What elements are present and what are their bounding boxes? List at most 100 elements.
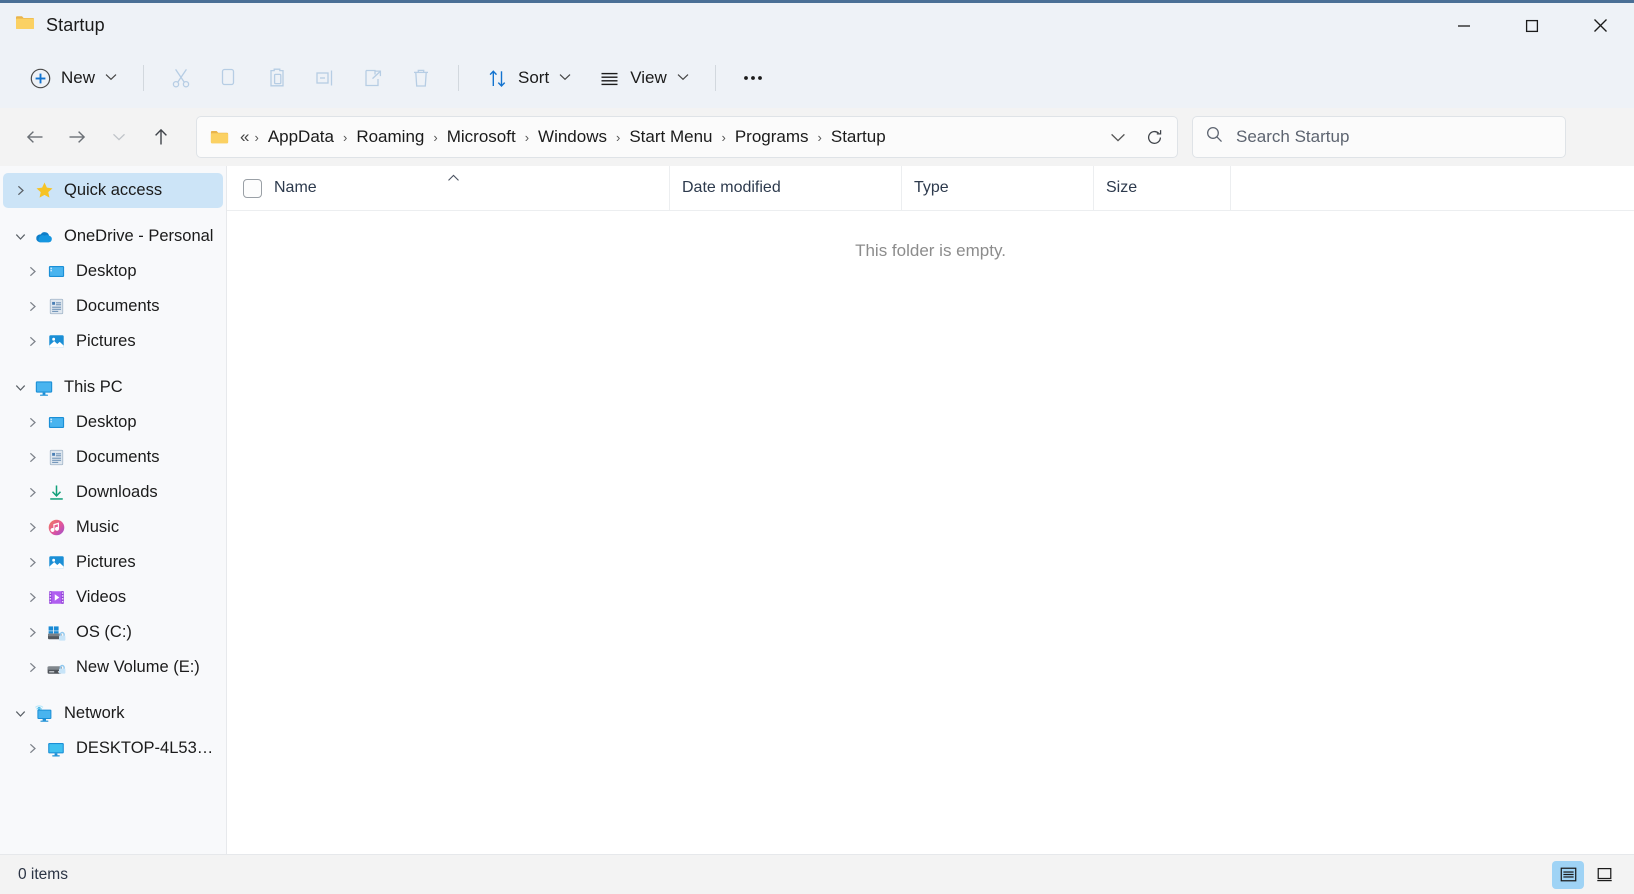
sidebar-item-music[interactable]: Music [3,510,223,545]
paste-button[interactable] [254,57,300,99]
rename-button[interactable] [302,57,348,99]
breadcrumb-folder-icon [209,127,230,148]
sidebar-item-onedrive-documents[interactable]: Documents [3,289,223,324]
chevron-right-icon[interactable] [19,417,45,428]
column-header-type[interactable]: Type [901,166,1093,211]
copy-button[interactable] [206,57,252,99]
chevron-right-icon[interactable] [7,185,33,196]
view-toggle-group [1552,861,1620,889]
column-header-name[interactable]: Name [227,166,669,211]
sidebar-item-this-pc-documents[interactable]: Documents [3,440,223,475]
delete-button[interactable] [398,57,444,99]
chevron-down-icon[interactable] [7,382,33,393]
sidebar-gap [0,685,226,696]
sidebar-item-label: Music [76,518,119,537]
breadcrumb-separator[interactable]: › [430,130,440,145]
empty-folder-message: This folder is empty. [227,211,1634,854]
sidebar-item-onedrive[interactable]: OneDrive - Personal [3,219,223,254]
file-explorer-window: Startup New [0,0,1634,894]
computer-icon [45,739,67,759]
chevron-right-icon[interactable] [19,336,45,347]
cut-button[interactable] [158,57,204,99]
breadcrumb-item-appdata[interactable]: AppData [262,123,340,151]
file-list-pane: Name Date modified Type Size This folder… [227,166,1634,854]
chevron-right-icon[interactable] [19,452,45,463]
window-controls [1430,3,1634,48]
chevron-down-icon[interactable] [7,231,33,242]
close-button[interactable] [1566,3,1634,48]
sidebar-item-downloads[interactable]: Downloads [3,475,223,510]
breadcrumb-separator[interactable]: › [719,130,729,145]
scissors-icon [169,66,193,90]
breadcrumb-separator[interactable]: › [251,130,261,145]
back-button[interactable] [14,116,56,158]
chevron-down-icon [559,72,571,84]
chevron-right-icon[interactable] [19,266,45,277]
column-header-date-modified[interactable]: Date modified [669,166,901,211]
refresh-button[interactable] [1137,120,1171,154]
select-all-checkbox[interactable] [243,179,262,198]
up-button[interactable] [140,116,182,158]
large-icons-view-button[interactable] [1588,861,1620,889]
sort-button-label: Sort [518,68,549,88]
breadcrumb-separator[interactable]: › [613,130,623,145]
new-button[interactable]: New [16,57,129,99]
chevron-right-icon[interactable] [19,487,45,498]
sidebar-item-label: Network [64,704,125,723]
breadcrumb[interactable]: « › AppData › Roaming › Microsoft › Wind… [196,116,1178,158]
chevron-right-icon[interactable] [19,627,45,638]
see-more-button[interactable] [730,57,776,99]
sidebar-item-this-pc[interactable]: This PC [3,370,223,405]
sort-ascending-icon [447,172,460,184]
column-header-size-label: Size [1106,179,1137,197]
desktop-icon [45,413,67,432]
onedrive-cloud-icon [33,227,55,247]
rename-icon [313,66,337,90]
details-view-button[interactable] [1552,861,1584,889]
breadcrumb-separator[interactable]: › [522,130,532,145]
maximize-button[interactable] [1498,3,1566,48]
view-button-label: View [630,68,667,88]
sidebar-item-label: OneDrive - Personal [64,227,213,246]
breadcrumb-separator[interactable]: › [340,130,350,145]
sidebar-item-new-volume-e[interactable]: New Volume (E:) [3,650,223,685]
search-input[interactable] [1236,127,1553,147]
search-box[interactable] [1192,116,1566,158]
column-header-size[interactable]: Size [1093,166,1230,211]
forward-button[interactable] [56,116,98,158]
breadcrumb-overflow[interactable]: « [238,123,251,151]
chevron-right-icon[interactable] [19,557,45,568]
breadcrumb-item-windows[interactable]: Windows [532,123,613,151]
minimize-button[interactable] [1430,3,1498,48]
sidebar-item-quick-access[interactable]: Quick access [3,173,223,208]
sidebar-item-this-pc-pictures[interactable]: Pictures [3,545,223,580]
column-header-filler [1230,166,1634,211]
recent-locations-button[interactable] [98,116,140,158]
sidebar-item-os-c[interactable]: OS (C:) [3,615,223,650]
breadcrumb-item-start-menu[interactable]: Start Menu [623,123,718,151]
breadcrumb-separator[interactable]: › [815,130,825,145]
sidebar-item-onedrive-pictures[interactable]: Pictures [3,324,223,359]
chevron-right-icon[interactable] [19,743,45,754]
breadcrumb-item-roaming[interactable]: Roaming [350,123,430,151]
share-button[interactable] [350,57,396,99]
breadcrumb-item-microsoft[interactable]: Microsoft [441,123,522,151]
sort-button[interactable]: Sort [473,57,583,99]
chevron-right-icon[interactable] [19,592,45,603]
breadcrumb-item-startup[interactable]: Startup [825,123,892,151]
breadcrumb-item-programs[interactable]: Programs [729,123,815,151]
previous-locations-button[interactable] [1101,120,1135,154]
chevron-right-icon[interactable] [19,522,45,533]
sidebar-item-onedrive-desktop[interactable]: Desktop [3,254,223,289]
chevron-down-icon[interactable] [7,708,33,719]
column-header-name-label: Name [274,179,317,197]
sidebar-item-label: OS (C:) [76,623,132,642]
view-button[interactable]: View [585,57,701,99]
sidebar-item-this-pc-desktop[interactable]: Desktop [3,405,223,440]
chevron-right-icon[interactable] [19,301,45,312]
chevron-right-icon[interactable] [19,662,45,673]
item-count-label: 0 items [18,866,68,884]
sidebar-item-network[interactable]: Network [3,696,223,731]
sidebar-item-videos[interactable]: Videos [3,580,223,615]
sidebar-item-desktop-4l537jq[interactable]: DESKTOP-4L537JQ [3,731,223,766]
